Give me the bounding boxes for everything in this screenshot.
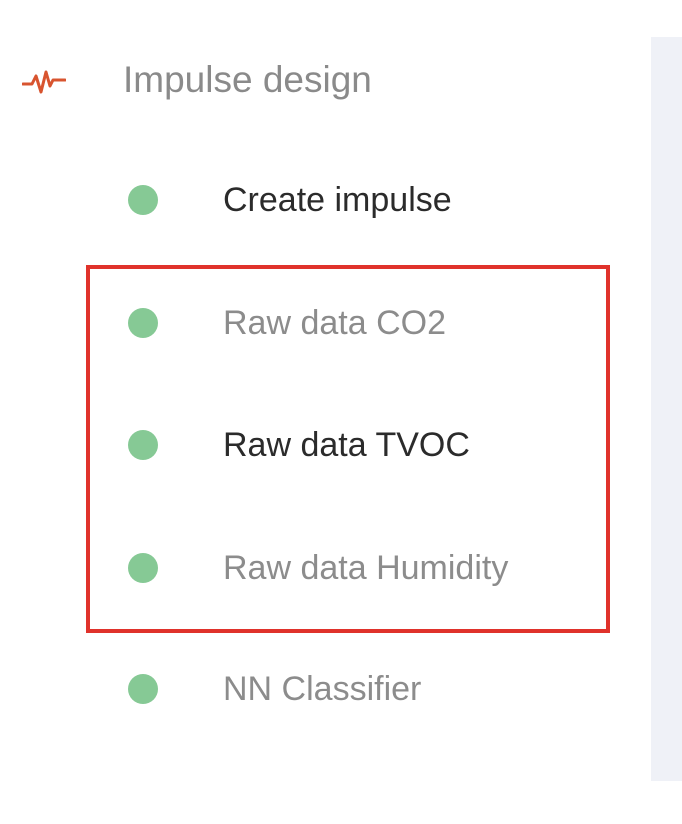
nav-item-raw-data-humidity[interactable]: Raw data Humidity <box>0 538 600 598</box>
nav-item-label: Raw data TVOC <box>223 426 470 464</box>
nav-item-label: NN Classifier <box>223 670 422 708</box>
section-header-impulse-design[interactable]: Impulse design <box>0 50 600 110</box>
nav-item-raw-data-co2[interactable]: Raw data CO2 <box>0 293 600 353</box>
nav-item-label: Create impulse <box>223 181 452 219</box>
status-dot-icon <box>128 430 158 460</box>
status-dot-icon <box>128 185 158 215</box>
sidebar-page: Impulse design Create impulse Raw data C… <box>0 0 682 824</box>
status-dot-icon <box>128 308 158 338</box>
section-title: Impulse design <box>123 59 372 100</box>
nav-item-nn-classifier[interactable]: NN Classifier <box>0 659 600 719</box>
nav-item-label: Raw data CO2 <box>223 304 446 342</box>
main-content-panel <box>651 37 682 781</box>
nav-item-raw-data-tvoc[interactable]: Raw data TVOC <box>0 415 600 475</box>
pulse-icon <box>21 68 67 96</box>
status-dot-icon <box>128 674 158 704</box>
nav-item-label: Raw data Humidity <box>223 549 509 587</box>
nav-item-create-impulse[interactable]: Create impulse <box>0 170 600 230</box>
status-dot-icon <box>128 553 158 583</box>
